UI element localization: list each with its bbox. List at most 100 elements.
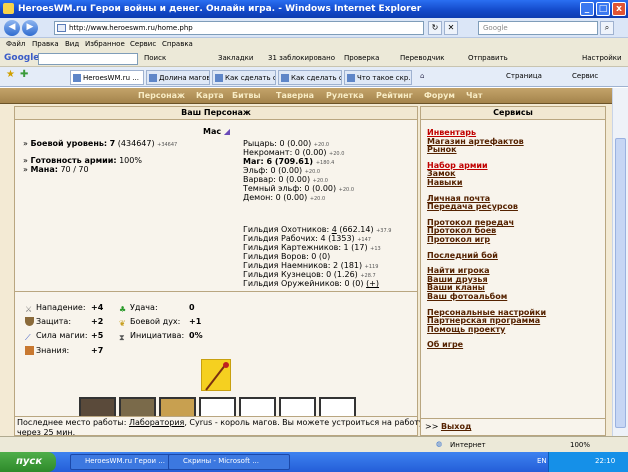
page-menu[interactable]: Страница [506, 72, 542, 80]
menu-tools[interactable]: Сервис [130, 40, 156, 48]
work-info-line1: Последнее место работы: Лаборатория, Cyr… [17, 418, 424, 427]
wand-icon: ⟋ [25, 333, 31, 342]
work-link[interactable]: Лаборатория [129, 418, 184, 427]
nav-roulette[interactable]: Рулетка [326, 91, 364, 100]
globe-icon: ◍ [436, 440, 443, 448]
nav-rating[interactable]: Рейтинг [376, 91, 413, 100]
tab-kak-sdelat-1[interactable]: Как сделать с... [212, 70, 276, 85]
settings-button[interactable]: Настройки [582, 54, 622, 62]
services-group: Найти игрока Ваши друзья Ваши кланы Ваш фот… [427, 267, 603, 301]
menu-bar: Файл Правка Вид Избранное Сервис Справка [0, 38, 628, 51]
service-link[interactable]: Ваш фотоальбом [427, 292, 603, 302]
stat-morale: ❦ Боевой дух: [119, 317, 181, 328]
menu-help[interactable]: Справка [162, 40, 193, 48]
zoom-level[interactable]: 100% [570, 441, 590, 449]
combat-level: » Боевой уровень: 7 (434647) +34647 [23, 139, 178, 148]
minimize-button[interactable]: _ [580, 2, 594, 16]
tab-dolina[interactable]: Долина магов ... [146, 70, 210, 85]
add-favorites-icon[interactable]: ✚ [20, 69, 28, 80]
translator-button[interactable]: Переводчик [400, 54, 444, 62]
guild-plus-link[interactable]: (+) [366, 279, 379, 288]
character-name[interactable]: Мас ◢ [203, 127, 230, 136]
services-title: Сервисы [421, 107, 605, 120]
refresh-icon[interactable]: ↻ [428, 21, 442, 35]
google-logo: Google [4, 53, 40, 63]
nav-forum[interactable]: Форум [424, 91, 455, 100]
stat-defense: Защита: [25, 317, 71, 326]
search-icon[interactable]: ⌕ [600, 21, 614, 35]
menu-file[interactable]: Файл [6, 40, 25, 48]
guild-row: Гильдия Охотников: 4 (662.14) +37.9 [243, 225, 392, 234]
back-icon[interactable]: ◀ [4, 20, 20, 36]
service-link[interactable]: Рынок [427, 146, 603, 155]
staff-artifact-icon[interactable] [201, 359, 231, 391]
address-input[interactable]: http://www.heroeswm.ru/home.php [54, 21, 424, 35]
services-group: Личная почта Передача ресурсов [427, 194, 603, 212]
game-nav: Персонаж Карта Битвы Таверна Рулетка Рей… [0, 88, 612, 104]
nav-tavern[interactable]: Таверна [276, 91, 314, 100]
tab-heroeswm[interactable]: HeroesWM.ru ... [70, 70, 144, 85]
divider [15, 291, 417, 292]
guild-row: Гильдия Картежников: 1 (17) +13 [243, 243, 381, 252]
nav-character[interactable]: Персонаж [138, 91, 185, 100]
services-group: Протокол передач Протокол боев Протокол иг… [427, 218, 603, 245]
exit-line: >> Выход [425, 422, 472, 431]
google-toolbar: Google Поиск Закладки 31 заблокировано П… [0, 51, 628, 67]
scrollbar-thumb[interactable] [615, 138, 626, 428]
page-content: Персонаж Карта Битвы Таверна Рулетка Рей… [0, 88, 612, 436]
vertical-scrollbar[interactable] [612, 88, 628, 436]
stat-spellpower-value: +5 [91, 331, 104, 340]
tab-bar: ★ ✚ HeroesWM.ru ... Долина магов ... Как… [0, 67, 628, 87]
forward-icon[interactable]: ▶ [22, 20, 38, 36]
services-group: Об игре [427, 341, 603, 350]
service-link[interactable]: Об игре [427, 341, 603, 350]
service-link[interactable]: Помощь проекту [427, 325, 603, 335]
stat-knowledge-value: +7 [91, 346, 104, 355]
bookmarks-button[interactable]: Закладки [218, 54, 253, 62]
exit-link[interactable]: Выход [441, 422, 471, 431]
menu-favorites[interactable]: Избранное [85, 40, 125, 48]
guild-row: Гильдия Воров: 0 (0) [243, 252, 331, 261]
clock[interactable]: 22:10 [595, 457, 615, 465]
menu-edit[interactable]: Правка [32, 40, 59, 48]
taskbar-paint[interactable]: Скрины - Microsoft ... [168, 454, 290, 470]
service-link[interactable]: Протокол игр [427, 235, 603, 245]
favorites-star-icon[interactable]: ★ [6, 69, 15, 80]
faction-row: Темный эльф: 0 (0.00) +20.0 [243, 184, 354, 193]
tab-kak-sdelat-2[interactable]: Как сделать с... [278, 70, 342, 85]
send-button[interactable]: Отправить [468, 54, 508, 62]
address-toolbar: ◀ ▶ http://www.heroeswm.ru/home.php ↻ ✕ … [0, 18, 628, 38]
faction-row: Демон: 0 (0.00) +20.0 [243, 193, 326, 202]
google-search-button[interactable]: Поиск [144, 54, 166, 62]
service-link[interactable]: Передача ресурсов [427, 203, 603, 212]
google-search-input[interactable] [38, 53, 138, 65]
service-link[interactable]: Последний бой [427, 251, 603, 261]
tab-chto-takoe[interactable]: Что такое скр... [344, 70, 412, 85]
nav-battles[interactable]: Битвы [232, 91, 261, 100]
maximize-button[interactable]: □ [596, 2, 610, 16]
stop-icon[interactable]: ✕ [444, 21, 458, 35]
popup-blocked-button[interactable]: 31 заблокировано [268, 54, 335, 62]
stat-attack-value: +4 [91, 303, 104, 312]
tools-menu[interactable]: Сервис [572, 72, 598, 80]
close-button[interactable]: x [612, 2, 626, 16]
faction-list: Рыцарь: 0 (0.00) +20.0 Некромант: 0 (0.0… [243, 139, 413, 202]
service-link[interactable]: Навыки [427, 178, 603, 188]
hourglass-icon: ⧗ [119, 333, 125, 342]
ie-icon [3, 3, 14, 14]
nav-chat[interactable]: Чат [466, 91, 483, 100]
taskbar: пуск HeroesWM.ru Герои ... Скрины - Micr… [0, 452, 628, 472]
clover-icon: ♣ [119, 305, 127, 314]
home-icon[interactable]: ⌂ [420, 72, 424, 80]
start-button[interactable]: пуск [0, 452, 56, 472]
exit-box: >> Выход [420, 418, 606, 436]
services-list: Инвентарь Магазин артефактов Рынок Набор ар… [427, 128, 603, 357]
work-info: Последнее место работы: Лаборатория, Cyr… [14, 416, 424, 436]
nav-map[interactable]: Карта [196, 91, 224, 100]
services-group: Набор армии Замок Навыки [427, 161, 603, 188]
language-indicator[interactable]: EN [537, 457, 547, 465]
search-input[interactable]: Google [478, 21, 598, 35]
window-titlebar[interactable]: HeroesWM.ru Герои войны и денег. Онлайн … [0, 0, 628, 18]
menu-view[interactable]: Вид [65, 40, 79, 48]
spellcheck-button[interactable]: Проверка [344, 54, 379, 62]
